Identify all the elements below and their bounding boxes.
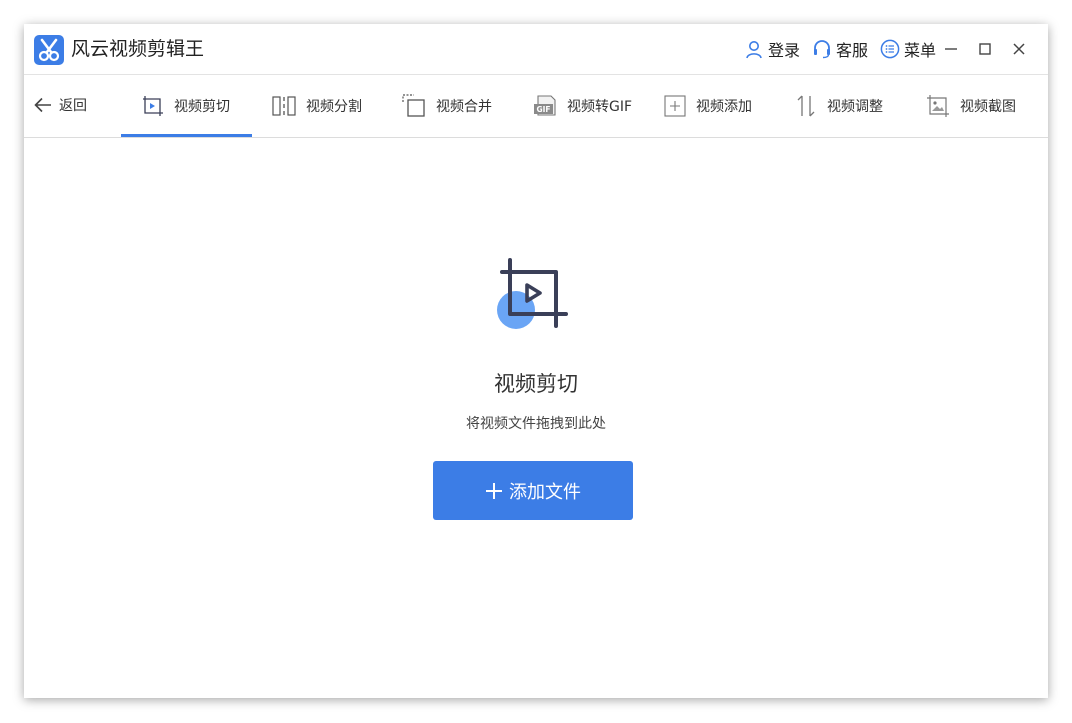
support-label: 客服: [836, 37, 868, 61]
back-button[interactable]: 返回: [34, 95, 87, 115]
trim-icon: [142, 95, 164, 117]
tab-video-trim[interactable]: 视频剪切: [142, 74, 230, 137]
drop-zone[interactable]: 视频剪切 将视频文件拖拽到此处 添加文件: [24, 138, 1048, 698]
menu-button[interactable]: 菜单: [880, 37, 936, 61]
tab-video-add[interactable]: 视频添加: [664, 74, 752, 137]
tab-video-split[interactable]: 视频分割: [272, 74, 362, 137]
close-button[interactable]: [1002, 36, 1036, 62]
login-label: 登录: [768, 37, 800, 61]
svg-text:GIF: GIF: [536, 105, 550, 114]
merge-icon: [402, 94, 426, 118]
scissors-logo-icon: [34, 35, 64, 65]
tab-video-screenshot[interactable]: 视频截图: [926, 74, 1016, 137]
app-window: 风云视频剪辑王 登录 客服: [24, 24, 1048, 698]
menu-label: 菜单: [904, 37, 936, 61]
add-icon: [664, 95, 686, 117]
function-toolbar: 返回 视频剪切 视频分割 视频合并: [24, 74, 1048, 138]
tab-label: 视频转GIF: [567, 96, 632, 116]
drop-zone-hint: 将视频文件拖拽到此处: [24, 413, 1048, 433]
split-icon: [272, 95, 296, 117]
maximize-icon: [978, 42, 992, 56]
plus-icon: [485, 482, 503, 500]
tab-label: 视频合并: [436, 96, 492, 116]
back-label: 返回: [59, 95, 87, 115]
title-bar: 风云视频剪辑王 登录 客服: [24, 24, 1048, 75]
screenshot-icon: [926, 94, 950, 118]
active-tab-indicator: [121, 134, 252, 137]
drop-zone-title: 视频剪切: [24, 368, 1048, 398]
tab-video-merge[interactable]: 视频合并: [402, 74, 492, 137]
maximize-button[interactable]: [968, 36, 1002, 62]
add-file-button[interactable]: 添加文件: [433, 461, 633, 520]
support-button[interactable]: 客服: [812, 37, 868, 61]
tab-label: 视频剪切: [174, 96, 230, 116]
add-file-label: 添加文件: [509, 478, 581, 504]
user-icon: [744, 39, 764, 59]
gif-icon: GIF: [533, 95, 557, 117]
header-actions: 登录 客服 菜单: [732, 37, 936, 61]
login-button[interactable]: 登录: [744, 37, 800, 61]
close-icon: [1012, 42, 1026, 56]
app-title: 风云视频剪辑王: [71, 36, 204, 62]
video-trim-large-icon: [494, 258, 574, 338]
minimize-icon: [944, 42, 958, 56]
tab-label: 视频调整: [827, 96, 883, 116]
tab-video-adjust[interactable]: 视频调整: [795, 74, 883, 137]
minimize-button[interactable]: [934, 36, 968, 62]
tab-label: 视频截图: [960, 96, 1016, 116]
list-menu-icon: [880, 39, 900, 59]
adjust-icon: [795, 94, 817, 118]
tab-video-to-gif[interactable]: GIF 视频转GIF: [533, 74, 632, 137]
arrow-left-icon: [34, 97, 52, 113]
tab-label: 视频分割: [306, 96, 362, 116]
headset-icon: [812, 39, 832, 59]
tab-label: 视频添加: [696, 96, 752, 116]
window-controls: [934, 36, 1036, 62]
